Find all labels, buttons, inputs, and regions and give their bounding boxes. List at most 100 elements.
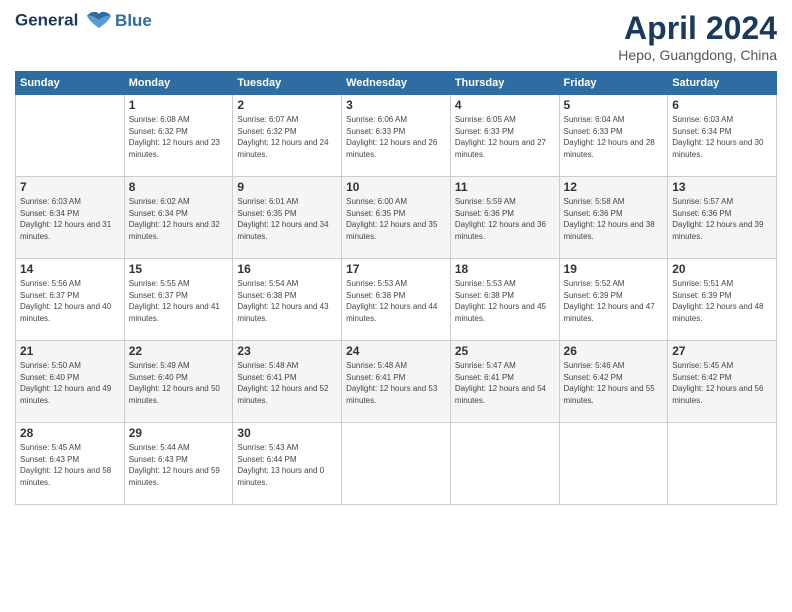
table-row: 7Sunrise: 6:03 AM Sunset: 6:34 PM Daylig…: [16, 177, 125, 259]
cell-info: Sunrise: 6:01 AM Sunset: 6:35 PM Dayligh…: [237, 196, 337, 242]
calendar-table: Sunday Monday Tuesday Wednesday Thursday…: [15, 71, 777, 505]
cell-info: Sunrise: 5:58 AM Sunset: 6:36 PM Dayligh…: [564, 196, 664, 242]
header-wednesday: Wednesday: [342, 72, 451, 95]
cell-info: Sunrise: 5:44 AM Sunset: 6:43 PM Dayligh…: [129, 442, 229, 488]
cell-info: Sunrise: 5:48 AM Sunset: 6:41 PM Dayligh…: [237, 360, 337, 406]
table-row: 16Sunrise: 5:54 AM Sunset: 6:38 PM Dayli…: [233, 259, 342, 341]
table-row: 21 Sunrise: 5:50 AM Sunset: 6:40 PM Dayli…: [16, 341, 125, 423]
header-saturday: Saturday: [668, 72, 777, 95]
cell-info: Sunrise: 5:47 AM Sunset: 6:41 PM Dayligh…: [455, 360, 555, 406]
day-number: 22: [129, 344, 229, 358]
cell-info: Sunrise: 5:45 AM Sunset: 6:43 PM Dayligh…: [20, 442, 120, 488]
table-row: 30 Sunrise: 5:43 AM Sunset: 6:44 PM Dayli…: [233, 423, 342, 505]
table-row: 10 Sunrise: 6:00 AM Sunset: 6:35 PM Dayli…: [342, 177, 451, 259]
day-number: 21: [20, 344, 120, 358]
cell-info: Sunrise: 5:59 AM Sunset: 6:36 PM Dayligh…: [455, 196, 555, 242]
table-row: 22 Sunrise: 5:49 AM Sunset: 6:40 PM Dayli…: [124, 341, 233, 423]
cell-info: Sunrise: 6:05 AM Sunset: 6:33 PM Dayligh…: [455, 114, 555, 160]
table-row: 28 Sunrise: 5:45 AM Sunset: 6:43 PM Dayli…: [16, 423, 125, 505]
cell-info: Sunrise: 5:45 AM Sunset: 6:42 PM Dayligh…: [672, 360, 772, 406]
day-number: 5: [564, 98, 664, 112]
table-row: 19 Sunrise: 5:52 AM Sunset: 6:39 PM Dayli…: [559, 259, 668, 341]
calendar-week-row: 28 Sunrise: 5:45 AM Sunset: 6:43 PM Dayli…: [16, 423, 777, 505]
table-row: 12Sunrise: 5:58 AM Sunset: 6:36 PM Dayli…: [559, 177, 668, 259]
table-row: 3 Sunrise: 6:06 AM Sunset: 6:33 PM Daylig…: [342, 95, 451, 177]
cell-info: Sunrise: 5:50 AM Sunset: 6:40 PM Dayligh…: [20, 360, 120, 406]
cell-info: Sunrise: 5:52 AM Sunset: 6:39 PM Dayligh…: [564, 278, 664, 324]
day-number: 16: [237, 262, 337, 276]
day-number: 1: [129, 98, 229, 112]
day-number: 2: [237, 98, 337, 112]
cell-info: Sunrise: 5:55 AM Sunset: 6:37 PM Dayligh…: [129, 278, 229, 324]
table-row: 5 Sunrise: 6:04 AM Sunset: 6:33 PM Daylig…: [559, 95, 668, 177]
logo-general: General: [15, 10, 78, 29]
cell-info: Sunrise: 6:00 AM Sunset: 6:35 PM Dayligh…: [346, 196, 446, 242]
table-row: 11 Sunrise: 5:59 AM Sunset: 6:36 PM Dayli…: [450, 177, 559, 259]
day-number: 24: [346, 344, 446, 358]
table-row: 29Sunrise: 5:44 AM Sunset: 6:43 PM Dayli…: [124, 423, 233, 505]
header-sunday: Sunday: [16, 72, 125, 95]
day-number: 9: [237, 180, 337, 194]
table-row: 9 Sunrise: 6:01 AM Sunset: 6:35 PM Daylig…: [233, 177, 342, 259]
day-number: 3: [346, 98, 446, 112]
table-row: 23 Sunrise: 5:48 AM Sunset: 6:41 PM Dayli…: [233, 341, 342, 423]
header-friday: Friday: [559, 72, 668, 95]
cell-info: Sunrise: 5:43 AM Sunset: 6:44 PM Dayligh…: [237, 442, 337, 488]
table-row: 6Sunrise: 6:03 AM Sunset: 6:34 PM Daylig…: [668, 95, 777, 177]
table-row: 14 Sunrise: 5:56 AM Sunset: 6:37 PM Dayli…: [16, 259, 125, 341]
table-row: [559, 423, 668, 505]
calendar-header-row: Sunday Monday Tuesday Wednesday Thursday…: [16, 72, 777, 95]
cell-info: Sunrise: 5:46 AM Sunset: 6:42 PM Dayligh…: [564, 360, 664, 406]
day-number: 13: [672, 180, 772, 194]
cell-info: Sunrise: 6:06 AM Sunset: 6:33 PM Dayligh…: [346, 114, 446, 160]
header-monday: Monday: [124, 72, 233, 95]
day-number: 25: [455, 344, 555, 358]
cell-info: Sunrise: 5:49 AM Sunset: 6:40 PM Dayligh…: [129, 360, 229, 406]
table-row: 18 Sunrise: 5:53 AM Sunset: 6:38 PM Dayli…: [450, 259, 559, 341]
day-number: 20: [672, 262, 772, 276]
day-number: 18: [455, 262, 555, 276]
table-row: 17Sunrise: 5:53 AM Sunset: 6:38 PM Dayli…: [342, 259, 451, 341]
day-number: 11: [455, 180, 555, 194]
table-row: 13 Sunrise: 5:57 AM Sunset: 6:36 PM Dayli…: [668, 177, 777, 259]
table-row: 2 Sunrise: 6:07 AM Sunset: 6:32 PM Daylig…: [233, 95, 342, 177]
table-row: 1 Sunrise: 6:08 AM Sunset: 6:32 PM Daylig…: [124, 95, 233, 177]
day-number: 28: [20, 426, 120, 440]
day-number: 19: [564, 262, 664, 276]
day-number: 10: [346, 180, 446, 194]
logo-bird-icon: [85, 10, 113, 32]
table-row: [342, 423, 451, 505]
day-number: 27: [672, 344, 772, 358]
cell-info: Sunrise: 6:04 AM Sunset: 6:33 PM Dayligh…: [564, 114, 664, 160]
day-number: 6: [672, 98, 772, 112]
cell-info: Sunrise: 6:08 AM Sunset: 6:32 PM Dayligh…: [129, 114, 229, 160]
header: General Blue April 2024 Hepo, Guangdong,…: [15, 10, 777, 63]
calendar-week-row: 14 Sunrise: 5:56 AM Sunset: 6:37 PM Dayli…: [16, 259, 777, 341]
table-row: 4 Sunrise: 6:05 AM Sunset: 6:33 PM Daylig…: [450, 95, 559, 177]
cell-info: Sunrise: 6:03 AM Sunset: 6:34 PM Dayligh…: [20, 196, 120, 242]
cell-info: Sunrise: 6:07 AM Sunset: 6:32 PM Dayligh…: [237, 114, 337, 160]
location: Hepo, Guangdong, China: [618, 47, 777, 63]
day-number: 26: [564, 344, 664, 358]
cell-info: Sunrise: 5:53 AM Sunset: 6:38 PM Dayligh…: [455, 278, 555, 324]
day-number: 4: [455, 98, 555, 112]
month-year: April 2024: [618, 10, 777, 47]
table-row: 20Sunrise: 5:51 AM Sunset: 6:39 PM Dayli…: [668, 259, 777, 341]
day-number: 14: [20, 262, 120, 276]
calendar-week-row: 21 Sunrise: 5:50 AM Sunset: 6:40 PM Dayli…: [16, 341, 777, 423]
day-number: 17: [346, 262, 446, 276]
calendar-week-row: 1 Sunrise: 6:08 AM Sunset: 6:32 PM Daylig…: [16, 95, 777, 177]
logo: General Blue: [15, 10, 152, 32]
table-row: 24Sunrise: 5:48 AM Sunset: 6:41 PM Dayli…: [342, 341, 451, 423]
logo-blue: Blue: [115, 11, 152, 31]
table-row: 27 Sunrise: 5:45 AM Sunset: 6:42 PM Dayli…: [668, 341, 777, 423]
table-row: [16, 95, 125, 177]
cell-info: Sunrise: 5:57 AM Sunset: 6:36 PM Dayligh…: [672, 196, 772, 242]
title-area: April 2024 Hepo, Guangdong, China: [618, 10, 777, 63]
table-row: 8Sunrise: 6:02 AM Sunset: 6:34 PM Daylig…: [124, 177, 233, 259]
table-row: 26 Sunrise: 5:46 AM Sunset: 6:42 PM Dayli…: [559, 341, 668, 423]
cell-info: Sunrise: 5:56 AM Sunset: 6:37 PM Dayligh…: [20, 278, 120, 324]
day-number: 30: [237, 426, 337, 440]
day-number: 23: [237, 344, 337, 358]
table-row: [450, 423, 559, 505]
